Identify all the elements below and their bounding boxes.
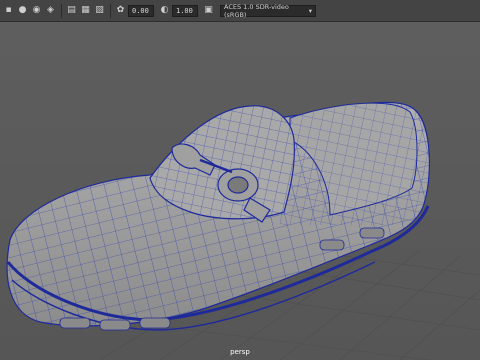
camera-name-label: persp [230,348,250,356]
viewport-toolbar: ▪ ● ◉ ◈ ▤ ▦ ▧ ✿ 0.00 ◐ 1.00 ▣ ACES 1.0 S… [0,0,480,22]
colorspace-toggle-icon[interactable]: ▣ [202,4,215,18]
shoe-mesh[interactable] [0,90,440,340]
toolbar-divider [61,3,62,18]
colorspace-dropdown-icon: ▾ [308,6,312,15]
3d-viewport[interactable]: persp [0,22,480,360]
scene-canvas[interactable] [0,22,480,360]
gamma-icon[interactable]: ◐ [158,4,171,18]
resolution-gate-icon[interactable]: ▧ [93,4,106,18]
lock-camera-icon[interactable]: ● [16,4,29,18]
gamma-field[interactable]: 1.00 [172,4,198,17]
toolbar-divider [110,3,111,18]
exposure-icon[interactable]: ✿ [114,4,127,18]
grid-icon[interactable]: ▤ [65,4,78,18]
colorspace-label: ACES 1.0 SDR-video (sRGB) [224,2,289,19]
exposure-field[interactable]: 0.00 [128,4,154,17]
select-camera-icon[interactable]: ▪ [2,4,15,18]
film-gate-icon[interactable]: ▦ [79,4,92,18]
colorspace-dropdown[interactable]: ACES 1.0 SDR-video (sRGB) ▾ [220,2,316,19]
bookmark-icon[interactable]: ◉ [30,4,43,18]
image-plane-icon[interactable]: ◈ [44,4,57,18]
